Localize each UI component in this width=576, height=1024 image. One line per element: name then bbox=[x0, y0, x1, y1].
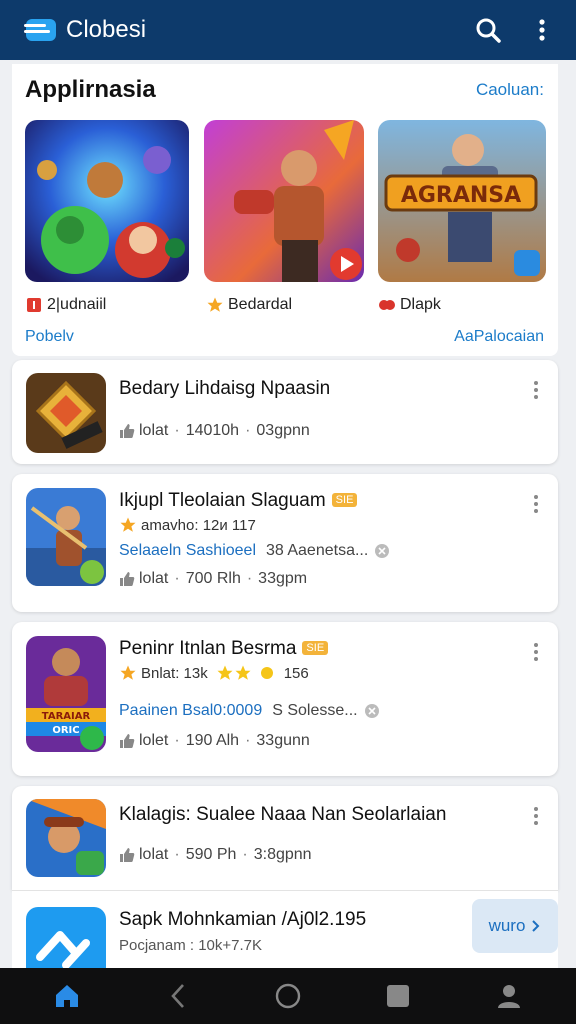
star-icon bbox=[120, 517, 136, 532]
square-recents-icon[interactable] bbox=[378, 976, 418, 1016]
game-art-image bbox=[25, 120, 189, 282]
game-art-image bbox=[204, 120, 364, 282]
more-options-icon[interactable] bbox=[530, 492, 542, 516]
app-meta: lolat · 14010h · 03gpnn bbox=[119, 422, 310, 440]
app-icon bbox=[26, 373, 106, 453]
install-button[interactable]: wuro bbox=[472, 899, 558, 953]
game-art-image: AGRANSA bbox=[378, 120, 546, 282]
home-icon[interactable] bbox=[47, 976, 87, 1016]
chevron-right-icon bbox=[532, 920, 540, 932]
app-subtitle: Pocjanam : 10k+7.7K bbox=[119, 937, 263, 954]
app-meta: lolat · 590 Ph · 3:8gpnn bbox=[119, 846, 312, 864]
featured-label-1: 2|udnaiil bbox=[25, 296, 106, 314]
thumb-text-1: TARAIAR bbox=[42, 711, 91, 722]
app-title: Sapk Mohnkamian /Aj0l2.195 bbox=[119, 909, 367, 930]
star-icon bbox=[217, 665, 233, 680]
bottom-nav-bar bbox=[0, 968, 576, 1024]
featured-label-2: Bedardal bbox=[206, 296, 292, 314]
sale-badge: SIE bbox=[302, 641, 329, 655]
featured-sub-link-left[interactable]: Pobelv bbox=[25, 328, 74, 346]
app-card[interactable]: Ikjupl Tleolaian Slaguam SIE amavho: 12и … bbox=[12, 474, 558, 612]
app-title-row: Ikjupl Tleolaian Slaguam SIE bbox=[119, 490, 358, 512]
star-icon bbox=[120, 665, 136, 680]
app-title: Peninr Itnlan Besrma bbox=[119, 638, 297, 659]
app-card[interactable]: TARAIAR ORIC Peninr Itnlan Besrma SIE Bnla… bbox=[12, 622, 558, 776]
close-circle-icon[interactable] bbox=[364, 703, 380, 719]
featured-game-card-3[interactable]: AGRANSA bbox=[378, 120, 546, 282]
thumb-up-icon bbox=[120, 734, 135, 748]
red-square-icon bbox=[25, 296, 43, 314]
profile-icon[interactable] bbox=[489, 976, 529, 1016]
app-title-row: Peninr Itnlan Besrma SIE bbox=[119, 638, 329, 660]
app-icon bbox=[26, 488, 106, 586]
search-icon[interactable] bbox=[472, 14, 504, 46]
coin-icon bbox=[260, 667, 273, 679]
close-circle-icon[interactable] bbox=[374, 543, 390, 559]
star-icon bbox=[206, 296, 224, 314]
thumb-up-icon bbox=[120, 572, 135, 586]
menu-logo-icon[interactable] bbox=[24, 16, 60, 44]
circle-home-icon[interactable] bbox=[268, 976, 308, 1016]
app-title: Ikjupl Tleolaian Slaguam bbox=[119, 490, 326, 511]
app-publisher-row: Paainen Bsal0:0009 S Solesse... bbox=[119, 702, 380, 720]
more-options-icon[interactable] bbox=[530, 640, 542, 664]
app-title: Klalagis: Sualee Naaa Nan Seolarlaian bbox=[119, 804, 447, 825]
thumb-text-2: ORIC bbox=[52, 725, 79, 736]
more-vert-icon[interactable] bbox=[526, 14, 558, 46]
section-link[interactable]: Caoluan: bbox=[476, 80, 544, 100]
featured-game-card-2[interactable] bbox=[204, 120, 364, 282]
thumb-up-icon bbox=[120, 848, 135, 862]
featured-label-3: Dlapk bbox=[378, 296, 441, 314]
app-rating-row: amavho: 12и 117 bbox=[119, 516, 256, 534]
featured-section: Applirnasia Caoluan: AGRANSA 2|udnaiil B… bbox=[12, 64, 558, 356]
featured-game-card-1[interactable] bbox=[25, 120, 189, 282]
app-rating-row: Bnlat: 13k 156 bbox=[119, 664, 309, 682]
top-app-bar: Clobesi bbox=[0, 0, 576, 60]
red-badge-icon bbox=[378, 296, 396, 314]
app-icon bbox=[26, 799, 106, 877]
app-icon: TARAIAR ORIC bbox=[26, 636, 106, 752]
thumb-up-icon bbox=[120, 424, 135, 438]
app-title: Clobesi bbox=[66, 16, 147, 43]
more-options-icon[interactable] bbox=[530, 378, 542, 402]
sale-badge: SIE bbox=[331, 493, 358, 507]
app-card[interactable]: Klalagis: Sualee Naaa Nan Seolarlaian lo… bbox=[12, 786, 558, 890]
banner-text: AGRANSA bbox=[401, 183, 521, 208]
app-card[interactable]: Bedary Lihdaisg Npaasin lolat · 14010h · 0… bbox=[12, 360, 558, 464]
app-publisher-row: Selaaeln Sashioeel 38 Aaenetsa... bbox=[119, 542, 390, 560]
app-card[interactable]: Sapk Mohnkamian /Aj0l2.195 Pocjanam : 10… bbox=[12, 890, 558, 987]
app-meta: lolat · 700 Rlh · 33gpm bbox=[119, 570, 307, 588]
star-icon bbox=[235, 665, 251, 680]
back-icon[interactable] bbox=[158, 976, 198, 1016]
app-meta: lolet · 190 Alh · 33gunn bbox=[119, 732, 310, 750]
featured-sub-link-right[interactable]: AaPalocaian bbox=[454, 328, 544, 346]
app-title: Bedary Lihdaisg Npaasin bbox=[119, 378, 331, 399]
more-options-icon[interactable] bbox=[530, 804, 542, 828]
section-title: Applirnasia bbox=[25, 76, 156, 103]
